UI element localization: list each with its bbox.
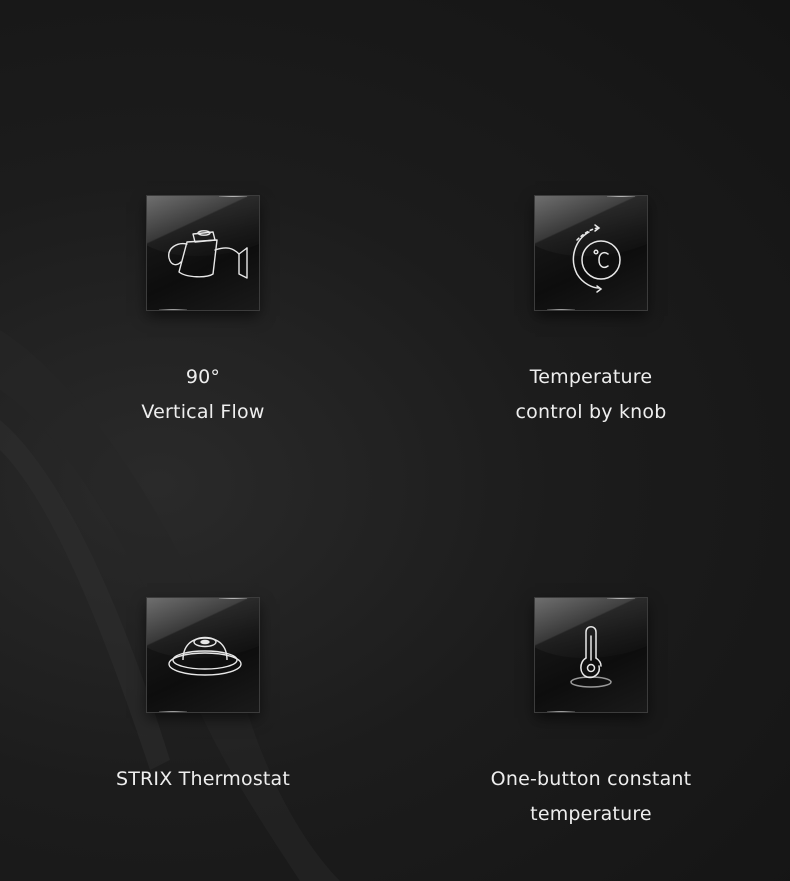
feature-title-line2: temperature bbox=[530, 803, 652, 825]
feature-tile bbox=[147, 598, 259, 712]
feature-strix-thermostat: STRIX Thermostat bbox=[53, 598, 353, 797]
feature-title-line2: Vertical Flow bbox=[141, 401, 265, 423]
gooseneck-kettle-icon bbox=[168, 230, 248, 279]
feature-title-line1: 90° bbox=[185, 366, 221, 388]
feature-title-line1: Temperature bbox=[529, 366, 653, 388]
feature-temperature-knob: Temperature control by knob bbox=[441, 196, 741, 430]
feature-title-line1: STRIX Thermostat bbox=[115, 768, 291, 790]
feature-tile bbox=[535, 196, 647, 310]
feature-tile bbox=[147, 196, 259, 310]
temperature-knob-icon bbox=[572, 224, 621, 293]
feature-title-line2: control by knob bbox=[515, 401, 667, 423]
feature-title-line1: One-button constant bbox=[490, 768, 692, 790]
feature-tile bbox=[535, 598, 647, 712]
feature-vertical-flow: 90° Vertical Flow bbox=[53, 196, 353, 430]
thermostat-icon bbox=[168, 636, 242, 676]
feature-constant-temperature: One-button constant temperature bbox=[441, 598, 741, 832]
thermometer-button-icon bbox=[570, 626, 612, 688]
